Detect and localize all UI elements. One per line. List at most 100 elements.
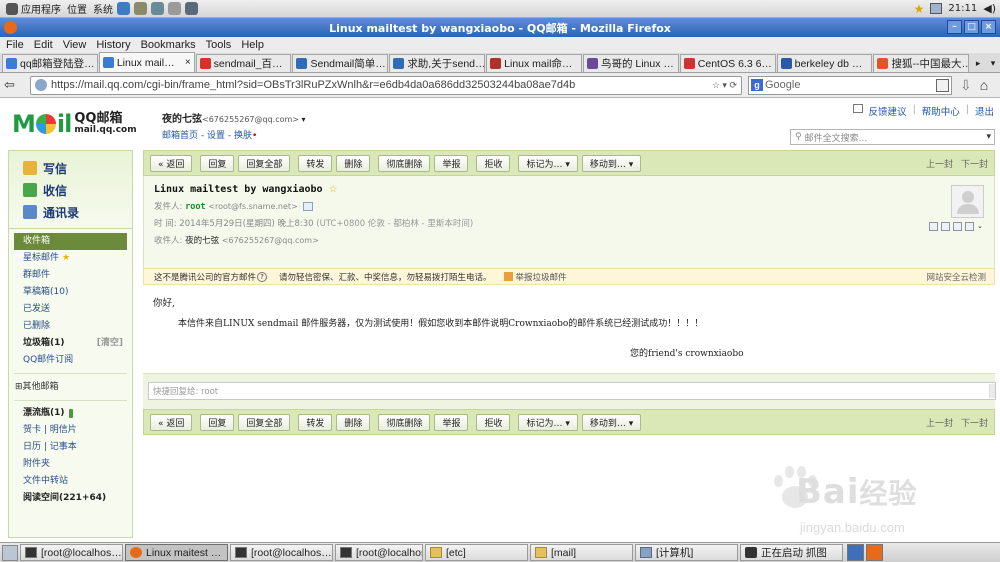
sidebar-extra-item[interactable]: 日历 | 记事本 [14,439,127,456]
minimize-button[interactable]: – [947,20,962,34]
mail-search-input[interactable]: ⚲ 邮件全文搜索... ▾ [790,129,995,145]
toolbar-button-7[interactable]: 拒收 [476,413,511,431]
other-mailboxes-group[interactable]: ⊞ 其他邮箱 [14,379,127,396]
toolbar-button-8[interactable]: 标记为… ▾ [518,154,578,172]
mailbox-home-link[interactable]: 邮箱首页 [162,131,198,141]
tab-scroll-right-icon[interactable]: ▸ [971,54,985,72]
folder-item[interactable]: 垃圾箱(1) [清空] [14,335,127,352]
prev-mail-link[interactable]: 上一封 [926,157,953,170]
tab-5[interactable]: Linux mail命… [486,54,582,72]
copy-icon[interactable] [941,222,950,231]
back-arrow-icon[interactable]: ⇦ [4,77,20,93]
star-toggle-icon[interactable]: ☆ [329,184,338,195]
taskbar-window-2[interactable]: [root@localhos… [230,544,333,561]
sender-avatar[interactable] [951,185,984,218]
menu-tools[interactable]: Tools [206,39,232,51]
toolbar-button-5[interactable]: 彻底删除 [378,154,431,172]
taskbar-window-5[interactable]: [mail] [530,544,633,561]
resize-handle[interactable] [989,384,995,398]
firefox-launcher-icon[interactable] [117,2,130,15]
sidebar-extra-item[interactable]: 贺卡 | 明信片 [14,422,127,439]
toolbar-button-4[interactable]: 删除 [336,154,371,172]
taskbar-window-4[interactable]: [etc] [425,544,528,561]
folder-item[interactable]: 已删除 [14,318,127,335]
help-link[interactable]: 帮助中心 [922,104,960,118]
firefox-tray-icon[interactable] [866,544,883,561]
help-question-icon[interactable]: ? [257,271,268,282]
next-mail-link[interactable]: 下一封 [961,416,988,429]
taskbar-window-0[interactable]: [root@localhos… [20,544,123,561]
folder-item[interactable]: QQ邮件订阅 [14,352,127,369]
tab-7[interactable]: CentOS 6.3 6… [679,54,776,72]
toolbar-button-9[interactable]: 移动到… ▾ [581,413,642,431]
toolbar-button-0[interactable]: « 返回 [150,413,193,431]
home-icon[interactable]: ⌂ [980,77,988,93]
search-icon[interactable] [936,78,949,92]
toolbar-button-0[interactable]: « 返回 [150,154,193,172]
security-check-link[interactable]: 网站安全云检测 [926,271,986,283]
user-dropdown-icon[interactable]: ▾ [299,115,306,124]
folder-item[interactable]: 星标邮件 ★ [14,250,127,267]
clock[interactable]: 21:11 [948,3,977,14]
print-icon[interactable] [953,222,962,231]
email-launcher-icon[interactable] [134,2,147,15]
receive-button[interactable]: 收信 [9,179,132,201]
tab-list-icon[interactable]: ▾ [986,54,1000,72]
menu-bookmarks[interactable]: Bookmarks [141,39,196,51]
toolbar-button-6[interactable]: 举报 [434,413,469,431]
screenshot-launcher-icon[interactable] [185,2,198,15]
folder-item[interactable]: 收件箱 [14,233,127,250]
taskbar-window-3[interactable]: [root@localhos… [335,544,423,561]
notes-launcher-icon[interactable] [168,2,181,15]
toolbar-button-1[interactable]: 回复 [200,413,235,431]
show-desktop-icon[interactable] [2,544,18,561]
taskbar-window-6[interactable]: [计算机] [635,544,738,561]
menu-view[interactable]: View [63,39,87,51]
tab-1[interactable]: Linux mail… × [98,52,195,72]
compose-button[interactable]: 写信 [9,157,132,179]
menu-help[interactable]: Help [241,39,264,51]
toolbar-button-9[interactable]: 移动到… ▾ [581,154,642,172]
site-identity-icon[interactable] [35,79,47,91]
contacts-button[interactable]: 通讯录 [9,201,132,223]
tab-2[interactable]: sendmail_百… [195,54,292,72]
tab-8[interactable]: berkeley db … [776,54,873,72]
star-icon[interactable]: ★ [914,2,925,16]
expand-plus-icon[interactable]: ⊞ [15,379,23,396]
tab-9[interactable]: 搜狐--中国最大… [873,54,970,72]
applications-menu[interactable]: 应用程序 [6,1,61,16]
sidebar-extra-item[interactable]: 漂流瓶(1) [14,405,127,422]
empty-trash-link[interactable]: [清空] [97,335,123,352]
chevron-down-icon[interactable]: ▾ [986,132,991,142]
toolbar-button-3[interactable]: 转发 [298,154,333,172]
tab-4[interactable]: 求助,关于send… [389,54,486,72]
toolbar-button-2[interactable]: 回复全部 [238,154,291,172]
logout-link[interactable]: 退出 [975,104,994,118]
recipient-name[interactable]: 夜的七弦 [185,236,219,246]
tab-close-icon[interactable]: × [185,57,191,68]
download-icon[interactable]: ⇩ [960,77,972,94]
maximize-button[interactable]: □ [964,20,979,34]
menu-file[interactable]: File [6,39,24,51]
toolbar-button-8[interactable]: 标记为… ▾ [518,413,578,431]
sidebar-extra-item[interactable]: 阅读空间(221+64) [14,490,127,507]
folder-item[interactable]: 群邮件 [14,267,127,284]
feedback-link[interactable]: 反馈建议 [869,104,907,118]
toolbar-button-3[interactable]: 转发 [298,413,333,431]
editor-launcher-icon[interactable] [151,2,164,15]
folder-item[interactable]: 草稿箱(10) [14,284,127,301]
change-skin-link[interactable]: 换肤 [234,131,252,141]
system-menu[interactable]: 系统 [93,1,113,16]
sidebar-extra-item[interactable]: 附件夹 [14,456,127,473]
toolbar-button-2[interactable]: 回复全部 [238,413,291,431]
toolbar-button-5[interactable]: 彻底删除 [378,413,431,431]
quick-reply-input[interactable]: 快捷回复给: root [148,382,996,400]
toolbar-button-4[interactable]: 删除 [336,413,371,431]
fullscreen-icon[interactable] [965,222,974,231]
qqmail-logo[interactable]: Mil QQ邮箱 mail.qq.com [12,110,137,138]
toolbar-button-6[interactable]: 举报 [434,154,469,172]
network-icon[interactable] [930,3,943,14]
address-bar[interactable]: https://mail.qq.com/cgi-bin/frame_html?s… [30,75,742,95]
bookmark-star-icon[interactable]: ☆ ▾ ⟳ [712,80,737,91]
prev-mail-link[interactable]: 上一封 [926,416,953,429]
